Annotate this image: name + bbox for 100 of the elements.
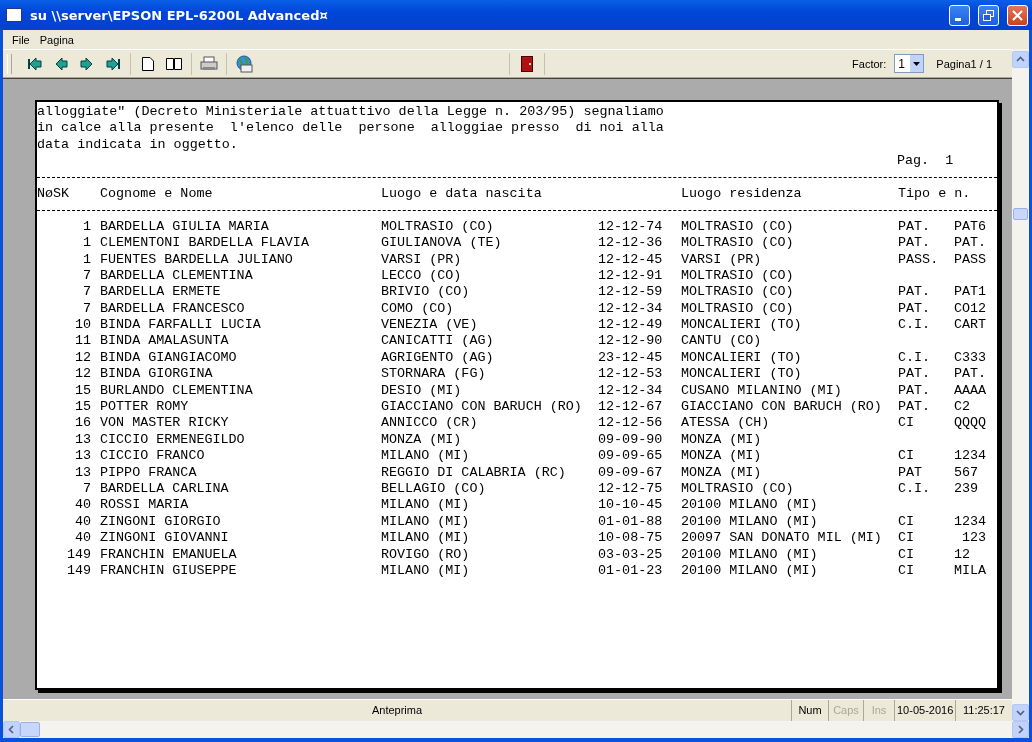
- table-cell: PAT.: [954, 235, 987, 252]
- table-cell: AAAA: [954, 382, 987, 400]
- table-cell-text: 123: [961, 530, 987, 547]
- table-cell-text: MILANO (MI): [381, 497, 471, 514]
- table-cell-text: BARDELLA ERMETE: [100, 284, 222, 301]
- menu-item[interactable]: File: [7, 33, 35, 46]
- table-cell-text: C.I.: [898, 317, 932, 334]
- table-cell-text: BELLAGIO (CO): [381, 481, 487, 498]
- table-cell-text: 1: [81, 235, 91, 252]
- table-cell: PASS: [954, 251, 987, 268]
- table-cell-text: 10-08-75: [598, 530, 664, 547]
- table-cell-text: 12-12-49: [598, 317, 664, 334]
- table-cell-text: FUENTES BARDELLA JULIANO: [100, 251, 294, 268]
- table-cell-text: 09-09-90: [598, 431, 664, 449]
- table-cell-text: GIACCIANO CON BARUCH (RO): [681, 399, 883, 416]
- table-cell-text: 12-12-67: [598, 399, 664, 416]
- table-cell-text: ANNICCO (CR): [381, 415, 479, 432]
- restore-icon: [983, 9, 994, 21]
- table-cell-text: MONZA (MI): [681, 464, 763, 481]
- scroll-up-button[interactable]: [1012, 51, 1029, 68]
- close-button[interactable]: [1007, 4, 1028, 26]
- scroll-thumb[interactable]: [20, 722, 40, 737]
- minimize-button[interactable]: [949, 4, 970, 26]
- table-cell-text: MILANO (MI): [381, 513, 471, 531]
- table-cell-text: 12: [73, 349, 91, 367]
- table-cell-text: CI: [898, 448, 916, 465]
- table-cell-text: FRANCHIN EMANUELA: [100, 546, 238, 563]
- table-cell-text: VON MASTER RICKY: [100, 415, 230, 432]
- table-cell-text: VARSI (PR): [681, 251, 763, 268]
- table-cell-text: 15: [73, 382, 91, 400]
- table-cell-text: 03-03-25: [598, 546, 664, 563]
- table-cell-text: 01-01-88: [598, 513, 664, 531]
- table-cell-text: 12: [73, 366, 91, 383]
- table-cell-text: CICCIO FRANCO: [100, 448, 206, 465]
- table-cell-text: POTTER ROMY: [100, 399, 190, 416]
- table-cell-text: 10-10-45: [598, 497, 664, 514]
- table-cell-text: 7: [81, 267, 91, 285]
- scroll-left-button[interactable]: [3, 721, 20, 738]
- table-cell-text: 11: [73, 333, 91, 350]
- scroll-right-button[interactable]: [1012, 721, 1029, 738]
- table-cell-text: BARDELLA CARLINA: [100, 481, 230, 498]
- table-cell-text: 40: [73, 513, 91, 531]
- table-cell: CART: [954, 317, 987, 334]
- globe-mail-icon[interactable]: [233, 52, 255, 75]
- table-cell-text: 09-09-65: [598, 448, 664, 465]
- document-text: in calce alla presente l'elenco delle persone alloggiae presso di noi alla: [37, 120, 664, 137]
- minimize-icon: [955, 17, 961, 21]
- table-cell-text: 20097 SAN DONATO MIL (MI): [681, 530, 883, 547]
- table-cell-text: 12-12-75: [598, 481, 664, 498]
- table-cell-text: 23-12-45: [598, 349, 664, 367]
- table-cell-text: 12-12-45: [598, 251, 664, 268]
- table-cell-text: MILANO (MI): [381, 448, 471, 465]
- column-header: Luogo e data nascita: [381, 185, 543, 203]
- table-cell-text: BARDELLA GIULIA MARIA: [100, 218, 270, 236]
- scroll-thumb[interactable]: [1013, 208, 1028, 220]
- table-cell: C2: [954, 399, 971, 416]
- table-cell-text: CANICATTI (AG): [381, 333, 495, 350]
- table-cell-text: ZINGONI GIOVANNI: [100, 530, 230, 547]
- window-icon: [6, 8, 22, 22]
- table-cell-text: CICCIO ERMENEGILDO: [100, 431, 246, 449]
- table-cell-text: MOLTRASIO (CO): [681, 284, 795, 301]
- table-cell: 567: [954, 464, 979, 481]
- table-cell: CO12: [954, 300, 987, 318]
- factor-dropdown[interactable]: 1: [894, 54, 925, 73]
- document-text: data indicata in oggetto.: [37, 136, 238, 154]
- table-cell: 12: [954, 546, 971, 563]
- table-cell-text: PAT.: [898, 366, 932, 383]
- menu-item[interactable]: Pagina: [34, 33, 79, 46]
- table-cell-text: 10: [73, 317, 91, 334]
- table-cell: MILA: [954, 562, 987, 580]
- restore-button[interactable]: [978, 4, 999, 26]
- table-cell-text: 12-12-36: [598, 235, 664, 252]
- table-cell-text: 40: [73, 497, 91, 514]
- table-cell-text: CLEMENTONI BARDELLA FLAVIA: [100, 235, 310, 252]
- table-cell-text: MILANO (MI): [381, 562, 471, 580]
- window-title: su \\server\EPSON EPL-6200L Advanced¤: [30, 7, 329, 23]
- table-cell-text: MILANO (MI): [381, 530, 471, 547]
- table-cell-text: 16: [73, 415, 91, 432]
- close-icon: [1012, 9, 1023, 21]
- table-cell-text: GIULIANOVA (TE): [381, 235, 503, 252]
- table-cell-text: MOLTRASIO (CO): [681, 481, 795, 498]
- table-cell-text: PASS.: [898, 251, 940, 268]
- table-cell-text: 149: [65, 546, 91, 563]
- status-message: Anteprima: [370, 703, 424, 718]
- table-cell-text: BARDELLA FRANCESCO: [100, 300, 246, 318]
- table-cell-text: PAT.: [898, 284, 932, 301]
- table-cell-text: CI: [898, 562, 916, 580]
- table-cell-text: ATESSA (CH): [681, 415, 771, 432]
- table-cell-text: 13: [73, 431, 91, 449]
- table-cell-text: BINDA GIANGIACOMO: [100, 349, 238, 367]
- table-cell: PAT6: [954, 218, 987, 236]
- scroll-down-button[interactable]: [1012, 704, 1029, 721]
- table-cell-text: BURLANDO CLEMENTINA: [100, 382, 254, 400]
- table-cell-text: MOLTRASIO (CO): [681, 235, 795, 252]
- table-cell: 239: [954, 481, 979, 498]
- table-cell-text: 01-01-23: [598, 562, 664, 580]
- table-cell-text: 12-12-91: [598, 267, 664, 285]
- table-cell-text: AGRIGENTO (AG): [381, 349, 495, 367]
- column-header: Tipo e n.: [898, 185, 971, 203]
- table-cell-text: REGGIO DI CALABRIA (RC): [381, 464, 567, 481]
